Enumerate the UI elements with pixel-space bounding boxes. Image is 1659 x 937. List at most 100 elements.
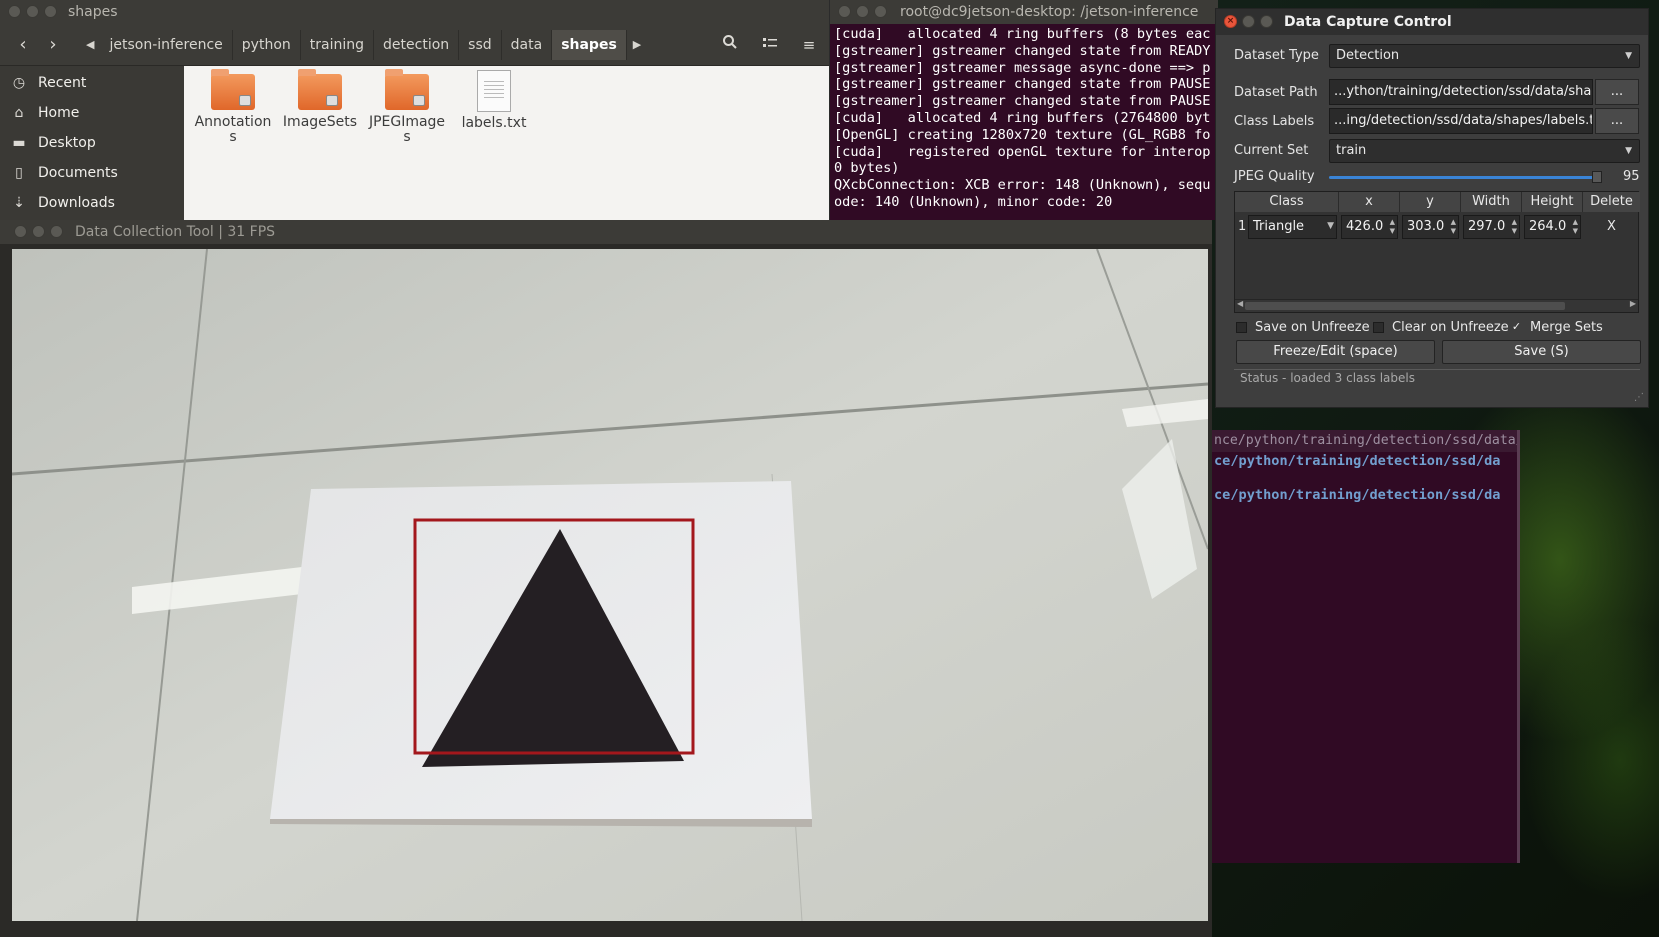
horizontal-scrollbar[interactable]: ◀ ▶ xyxy=(1235,299,1638,312)
file-label-wrap: s xyxy=(229,129,237,145)
breadcrumb-left-arrow-icon[interactable]: ◀ xyxy=(80,30,100,60)
dataset-path-browse-button[interactable]: ... xyxy=(1595,79,1639,105)
view-list-icon[interactable] xyxy=(756,32,784,58)
breadcrumb-python[interactable]: python xyxy=(233,30,301,60)
terminal-line: [gstreamer] gstreamer changed state from… xyxy=(834,42,1211,59)
slider-handle[interactable] xyxy=(1591,171,1602,183)
lock-icon xyxy=(413,95,425,106)
window-minimize-button[interactable] xyxy=(32,225,45,238)
delete-row-button[interactable]: X xyxy=(1583,215,1640,239)
window-maximize-button[interactable] xyxy=(874,5,887,18)
height-spinbox[interactable]: 264.0 ▲ ▼ xyxy=(1524,215,1581,239)
search-icon[interactable] xyxy=(716,32,744,58)
window-close-button[interactable] xyxy=(14,225,27,238)
window-maximize-button[interactable] xyxy=(50,225,63,238)
folder-annotations[interactable]: Annotation s xyxy=(192,69,274,145)
window-close-button[interactable] xyxy=(8,5,21,18)
scroll-left-icon[interactable]: ◀ xyxy=(1237,299,1243,308)
resize-grip-icon[interactable]: ⋰ xyxy=(1634,392,1644,403)
clear-on-unfreeze-checkbox[interactable]: Clear on Unfreeze xyxy=(1373,320,1509,335)
width-spinbox[interactable]: 297.0 ▲ ▼ xyxy=(1463,215,1520,239)
sidebar-item-recent[interactable]: ◷ Recent xyxy=(0,68,184,98)
class-select[interactable]: Triangle ▼ xyxy=(1248,215,1337,239)
file-manager-toolbar: ‹ › ◀ jetson-inference python training d… xyxy=(0,24,829,66)
freeze-edit-button[interactable]: Freeze/Edit (space) xyxy=(1236,340,1435,364)
window-minimize-button[interactable] xyxy=(1242,15,1255,28)
scroll-right-icon[interactable]: ▶ xyxy=(1630,299,1636,308)
spin-arrows-icon[interactable]: ▲ ▼ xyxy=(1512,218,1517,236)
terminal-output[interactable]: [cuda] allocated 4 ring buffers (8 bytes… xyxy=(830,24,1218,211)
camera-feed[interactable] xyxy=(12,249,1208,921)
column-header-width: Width xyxy=(1461,192,1522,212)
row-index: 1 xyxy=(1238,219,1247,234)
terminal-line: [gstreamer] gstreamer message async-done… xyxy=(834,59,1211,76)
file-labels-txt[interactable]: labels.txt xyxy=(453,70,535,131)
folder-icon xyxy=(385,69,429,110)
class-labels-field[interactable]: ...ing/detection/ssd/data/shapes/labels.… xyxy=(1329,108,1593,134)
file-manager-sidebar: ◷ Recent ⌂ Home ▬ Desktop ▯ Documents ⇣ … xyxy=(0,66,184,220)
breadcrumb-jetson-inference[interactable]: jetson-inference xyxy=(100,30,233,60)
class-value: Triangle xyxy=(1253,219,1305,234)
download-icon: ⇣ xyxy=(13,195,25,211)
breadcrumb-training[interactable]: training xyxy=(301,30,375,60)
terminal-line: [gstreamer] gstreamer changed state from… xyxy=(834,76,1211,93)
spin-arrows-icon[interactable]: ▲ ▼ xyxy=(1451,218,1456,236)
class-labels-browse-button[interactable]: ... xyxy=(1595,108,1639,134)
file-manager-title: shapes xyxy=(68,4,118,20)
data-capture-control-window: × Data Capture Control Dataset Type Dete… xyxy=(1215,8,1649,408)
current-set-select[interactable]: train ▼ xyxy=(1329,139,1640,163)
breadcrumb-shapes[interactable]: shapes xyxy=(552,30,627,60)
checkmark-icon: ✓ xyxy=(1511,320,1522,333)
merge-sets-checkbox[interactable]: ✓ Merge Sets xyxy=(1511,320,1603,335)
dataset-path-field[interactable]: ...ython/training/detection/ssd/data/sha… xyxy=(1329,79,1593,105)
sidebar-item-home[interactable]: ⌂ Home xyxy=(0,98,184,128)
breadcrumb-ssd[interactable]: ssd xyxy=(459,30,502,60)
data-collection-titlebar: Data Collection Tool | 31 FPS xyxy=(0,220,1212,244)
file-manager-titlebar: shapes xyxy=(0,0,829,24)
forward-arrow-icon[interactable]: › xyxy=(40,32,66,58)
file-grid: Annotation s ImageSets JPEGImage s label… xyxy=(184,66,829,220)
scrollbar-thumb[interactable] xyxy=(1245,302,1565,310)
file-label: Annotation xyxy=(194,114,272,130)
spin-arrows-icon[interactable]: ▲ ▼ xyxy=(1390,218,1395,236)
sidebar-item-desktop[interactable]: ▬ Desktop xyxy=(0,128,184,158)
folder-jpegimages[interactable]: JPEGImage s xyxy=(366,69,448,145)
jpeg-quality-value: 95 xyxy=(1623,169,1640,184)
chevron-down-icon: ▼ xyxy=(1327,221,1334,231)
data-collection-window: Data Collection Tool | 31 FPS xyxy=(0,220,1212,937)
terminal-line: ode: 140 (Unknown), minor code: 20 xyxy=(834,193,1113,210)
terminal-path-line: ce/python/training/detection/ssd/da xyxy=(1214,487,1501,503)
y-value: 303.0 xyxy=(1407,219,1445,234)
sidebar-item-label: Documents xyxy=(38,165,118,181)
status-text: Status - loaded 3 class labels xyxy=(1240,371,1415,385)
breadcrumb-data[interactable]: data xyxy=(502,30,553,60)
sidebar-item-documents[interactable]: ▯ Documents xyxy=(0,158,184,188)
chevron-down-icon: ▼ xyxy=(1625,51,1632,61)
window-maximize-button[interactable] xyxy=(44,5,57,18)
window-minimize-button[interactable] xyxy=(26,5,39,18)
file-label-wrap: s xyxy=(403,129,411,145)
y-spinbox[interactable]: 303.0 ▲ ▼ xyxy=(1402,215,1459,239)
breadcrumb-detection[interactable]: detection xyxy=(374,30,460,60)
window-minimize-button[interactable] xyxy=(856,5,869,18)
window-close-button[interactable]: × xyxy=(1224,15,1237,28)
file-manager-window: shapes ‹ › ◀ jetson-inference python tra… xyxy=(0,0,830,220)
save-on-unfreeze-checkbox[interactable]: Save on Unfreeze xyxy=(1236,320,1370,335)
checkbox-label: Merge Sets xyxy=(1530,320,1603,335)
folder-imagesets[interactable]: ImageSets xyxy=(279,69,361,130)
back-arrow-icon[interactable]: ‹ xyxy=(10,32,36,58)
x-spinbox[interactable]: 426.0 ▲ ▼ xyxy=(1341,215,1398,239)
divider xyxy=(1234,369,1640,370)
window-close-button[interactable] xyxy=(838,5,851,18)
control-title: Data Capture Control xyxy=(1284,14,1452,30)
menu-icon[interactable]: ≡ xyxy=(795,32,823,58)
save-button[interactable]: Save (S) xyxy=(1442,340,1641,364)
text-file-icon xyxy=(477,70,511,112)
column-header-class: Class xyxy=(1235,192,1339,212)
dataset-type-select[interactable]: Detection ▼ xyxy=(1329,44,1640,68)
terminal-lower-region[interactable]: nce/python/training/detection/ssd/data/s… xyxy=(1212,430,1520,863)
window-maximize-button[interactable] xyxy=(1260,15,1273,28)
breadcrumb-right-arrow-icon[interactable]: ▶ xyxy=(627,30,647,60)
sidebar-item-downloads[interactable]: ⇣ Downloads xyxy=(0,188,184,218)
spin-arrows-icon[interactable]: ▲ ▼ xyxy=(1573,218,1578,236)
